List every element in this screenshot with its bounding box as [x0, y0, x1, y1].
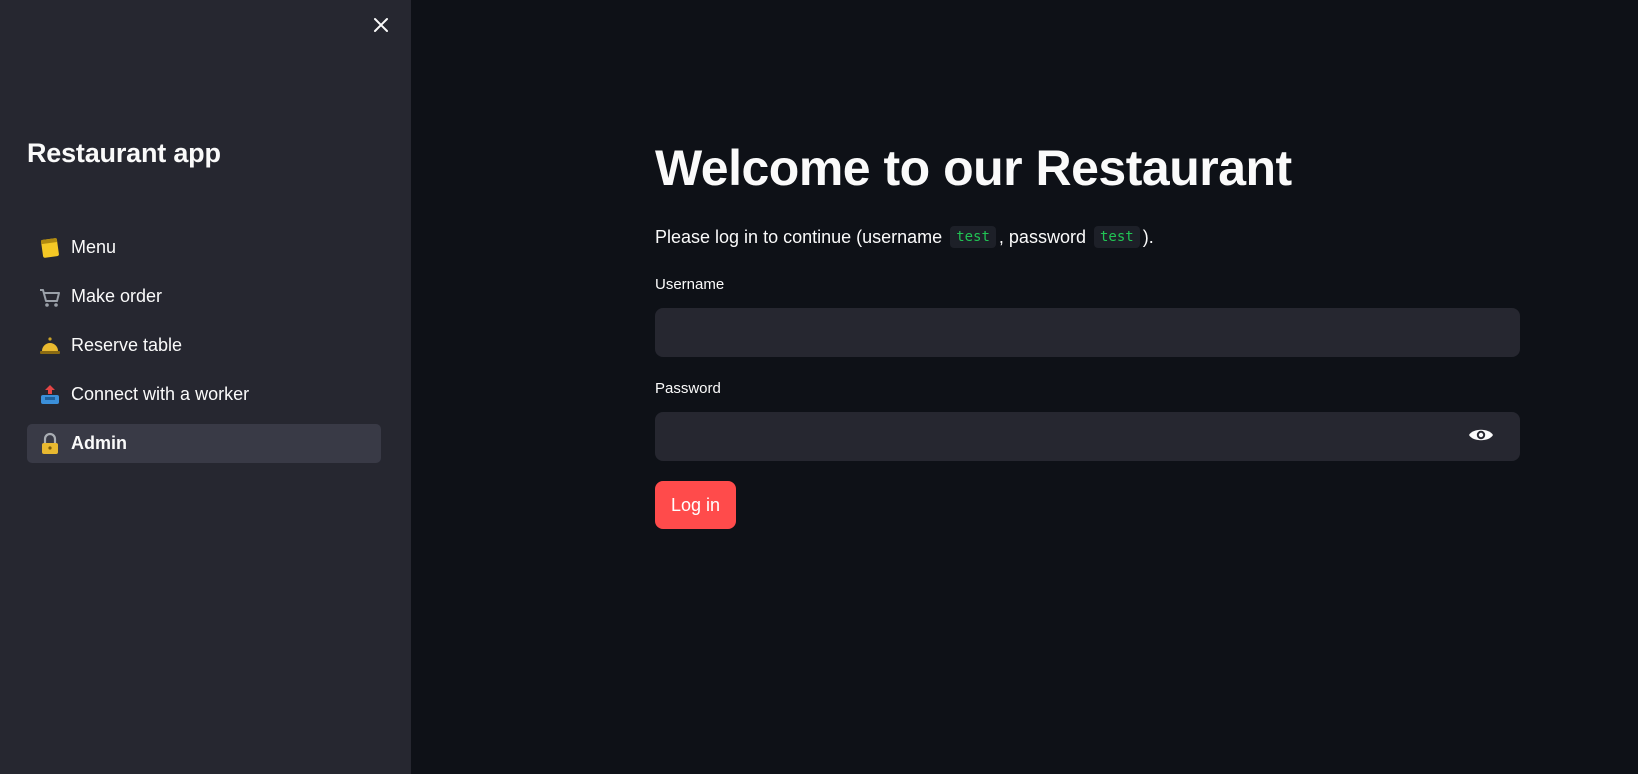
- sidebar-item-menu[interactable]: Menu: [27, 228, 381, 267]
- sidebar-item-reserve-table[interactable]: Reserve table: [27, 326, 381, 365]
- username-input[interactable]: [655, 308, 1520, 357]
- eye-icon: [1468, 426, 1494, 449]
- sidebar: Restaurant app Menu Make order Reserve t…: [0, 0, 411, 774]
- sidebar-item-connect-worker[interactable]: Connect with a worker: [27, 375, 381, 414]
- outbox-tray-icon: [37, 382, 63, 408]
- username-label: Username: [655, 276, 725, 293]
- username-hint-code: test: [950, 226, 996, 248]
- sidebar-item-label: Reserve table: [71, 335, 183, 355]
- page-title: Welcome to our Restaurant: [655, 140, 1292, 196]
- sidebar-title: Restaurant app: [27, 138, 221, 168]
- bellhop-bell-icon: [37, 333, 63, 359]
- login-instructions: Please log in to continue (username test…: [655, 226, 1154, 248]
- instruction-text: Please log in to continue (username: [655, 226, 943, 247]
- sidebar-item-label: Connect with a worker: [71, 384, 250, 404]
- sidebar-item-make-order[interactable]: Make order: [27, 277, 381, 316]
- main-content: Welcome to our Restaurant Please log in …: [411, 0, 1638, 774]
- sidebar-nav: Menu Make order Reserve table Connect wi…: [27, 228, 381, 473]
- password-hint-code: test: [1093, 226, 1140, 248]
- close-icon: [371, 15, 391, 40]
- toggle-password-visibility-button[interactable]: [1466, 424, 1496, 450]
- instruction-text: ).: [1142, 226, 1154, 247]
- notepad-icon: [37, 235, 63, 261]
- password-input[interactable]: [655, 412, 1520, 461]
- instruction-text: , password: [998, 226, 1086, 247]
- lock-icon: [37, 431, 63, 457]
- sidebar-item-label: Make order: [71, 286, 163, 306]
- sidebar-item-label: Menu: [71, 237, 117, 257]
- close-sidebar-button[interactable]: [367, 13, 395, 41]
- shopping-cart-icon: [37, 284, 63, 310]
- sidebar-item-label: Admin: [71, 433, 127, 453]
- app-window: Restaurant app Menu Make order Reserve t…: [0, 0, 1638, 774]
- login-button[interactable]: Log in: [655, 481, 736, 529]
- sidebar-item-admin[interactable]: Admin: [27, 424, 381, 463]
- password-label: Password: [655, 380, 721, 397]
